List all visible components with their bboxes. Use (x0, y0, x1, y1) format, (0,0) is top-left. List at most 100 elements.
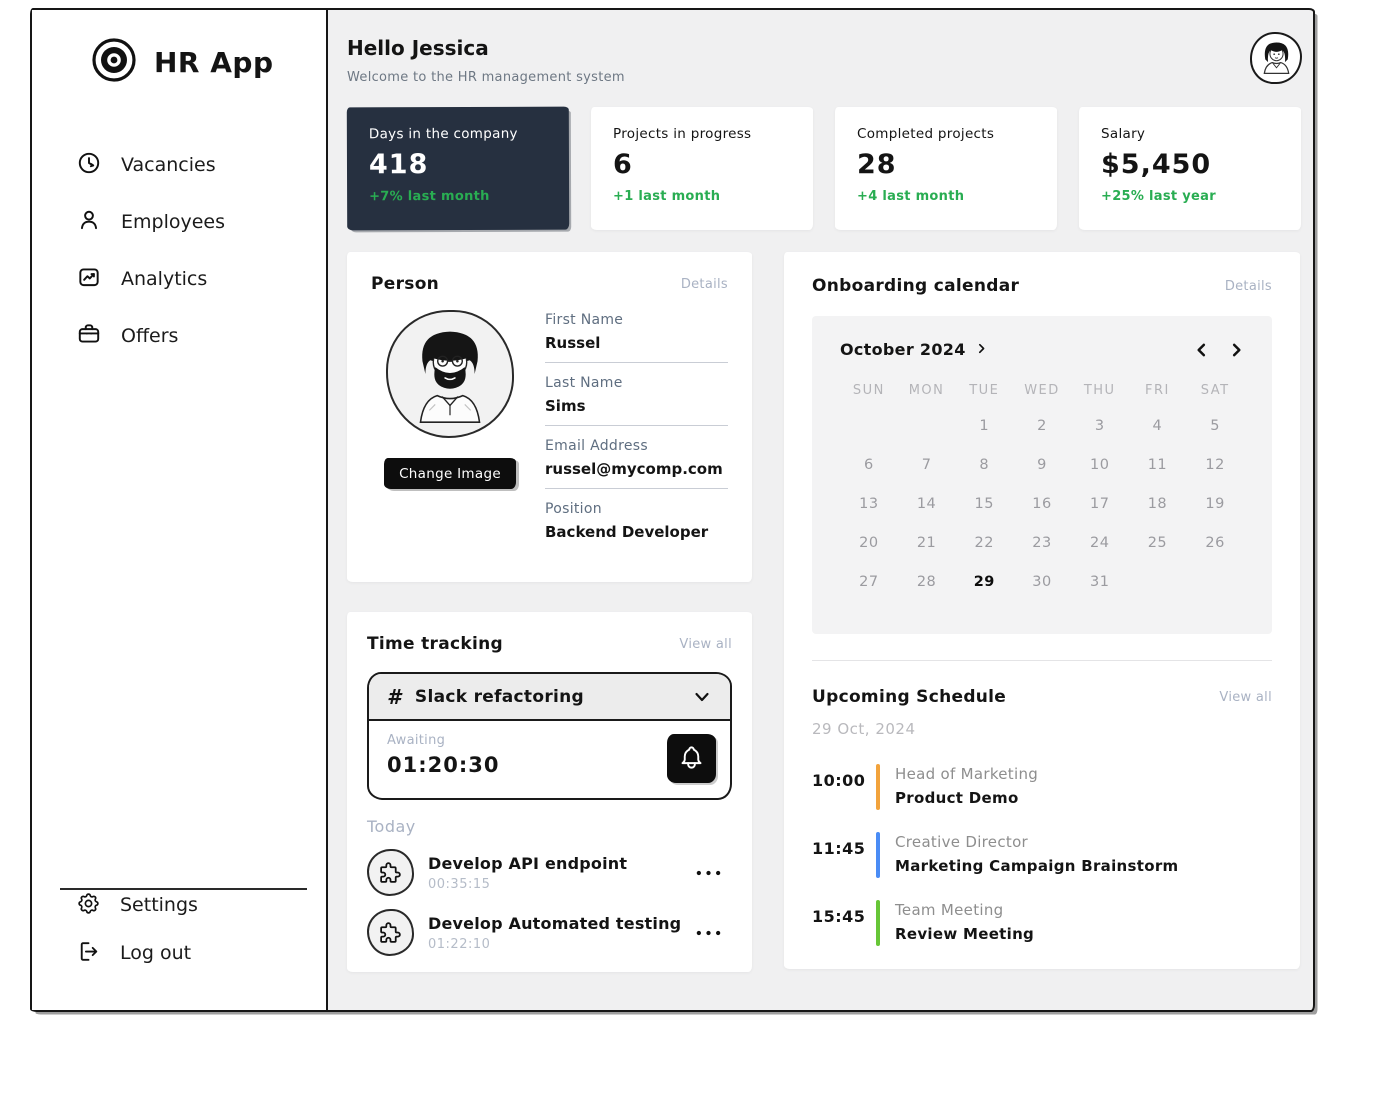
user-avatar[interactable] (1250, 32, 1302, 84)
calendar-day[interactable]: 25 (1129, 524, 1187, 563)
calendar-day[interactable]: 6 (840, 446, 898, 485)
calendar-day-header: SUN (852, 383, 885, 398)
change-image-button[interactable]: Change Image (384, 458, 516, 489)
stat-card: Projects in progress 6 +1 last month (591, 107, 813, 230)
event-color-bar (876, 832, 880, 878)
stat-label: Salary (1101, 126, 1146, 142)
task-time: 01:22:10 (428, 936, 491, 952)
calendar-day[interactable]: 20 (840, 524, 898, 563)
app-window: HR App Vacancies Employees Analytics Offers… (30, 8, 1315, 1012)
calendar-day[interactable]: 30 (1013, 563, 1071, 602)
field-value: Backend Developer (545, 523, 709, 541)
calendar-day[interactable]: 3 (1071, 407, 1129, 446)
field-value: russel@mycomp.com (545, 460, 723, 478)
event-title: Marketing Campaign Brainstorm (895, 857, 1179, 875)
stat-value: 28 (857, 149, 897, 180)
task-title: Develop Automated testing (428, 913, 682, 933)
event-role: Team Meeting (895, 901, 1004, 919)
calendar-schedule-card: Onboarding calendar Details October 2024… (784, 252, 1300, 969)
calendar-prev-button[interactable] (1194, 342, 1209, 358)
calendar-day[interactable]: 26 (1186, 524, 1244, 563)
stat-value: 418 (368, 149, 429, 181)
sidebar-item-offers[interactable]: Offers (76, 321, 326, 351)
calendar-day[interactable]: 9 (1013, 446, 1071, 485)
reminder-bell-button[interactable] (667, 734, 716, 783)
sidebar-item-settings[interactable]: Settings (76, 890, 198, 920)
task-select-dropdown[interactable]: # Slack refactoring (369, 674, 730, 721)
person-icon (76, 207, 102, 237)
sidebar-item-employees[interactable]: Employees (76, 207, 326, 237)
task-title: Develop API endpoint (428, 853, 628, 873)
time-tracking-card: Time tracking View all # Slack refactori… (347, 612, 752, 972)
calendar-day[interactable]: 19 (1186, 485, 1244, 524)
calendar-day[interactable]: 14 (898, 485, 956, 524)
calendar-day[interactable]: 17 (1071, 485, 1129, 524)
calendar-day[interactable]: 24 (1071, 524, 1129, 563)
event-color-bar (876, 900, 880, 946)
schedule-view-all-link[interactable]: View all (1219, 690, 1272, 705)
gear-icon (76, 891, 101, 920)
calendar-day[interactable]: 7 (898, 446, 956, 485)
calendar-day[interactable]: 1 (955, 407, 1013, 446)
calendar-day[interactable]: 16 (1013, 485, 1071, 524)
calendar-empty-cell (1129, 563, 1187, 602)
timer-status-label: Awaiting (387, 733, 446, 748)
calendar-day[interactable]: 12 (1186, 446, 1244, 485)
calendar-day[interactable]: 2 (1013, 407, 1071, 446)
calendar-day[interactable]: 18 (1129, 485, 1187, 524)
stat-value: 6 (613, 149, 633, 180)
task-options-menu[interactable] (695, 869, 722, 877)
event-color-bar (876, 764, 880, 810)
calendar-day[interactable]: 29 (955, 563, 1013, 602)
calendar-day[interactable]: 22 (955, 524, 1013, 563)
schedule-event-row: 11:45 Creative Director Marketing Campaign… (812, 832, 1272, 878)
calendar-day[interactable]: 13 (840, 485, 898, 524)
field-label: Email Address (545, 438, 648, 454)
calendar-month-selector[interactable]: October 2024 (840, 340, 987, 359)
person-field: First Name Russel (545, 312, 728, 363)
sidebar-item-analytics[interactable]: Analytics (76, 264, 326, 294)
calendar-day[interactable]: 15 (955, 485, 1013, 524)
sidebar-footer-nav: Settings Log out (76, 890, 198, 986)
calendar-day-header: TUE (969, 383, 1000, 398)
field-label: First Name (545, 312, 624, 328)
calendar-day[interactable]: 31 (1071, 563, 1129, 602)
stats-row: Days in the company 418 +7% last month Proj… (346, 106, 1301, 231)
event-role: Head of Marketing (895, 765, 1039, 783)
schedule-events: 10:00 Head of Marketing Product Demo 11:45 C… (812, 764, 1272, 946)
calendar-day[interactable]: 8 (955, 446, 1013, 485)
field-divider (545, 488, 728, 489)
calendar-details-link[interactable]: Details (1225, 279, 1272, 294)
schedule-event-row: 10:00 Head of Marketing Product Demo (812, 764, 1272, 810)
today-task-list: Develop API endpoint 00:35:15 Develop Auto… (367, 849, 732, 956)
calendar-day[interactable]: 11 (1129, 446, 1187, 485)
time-tracking-title: Time tracking (367, 634, 503, 654)
person-card: Person Details Change Image First Name Ru… (347, 252, 752, 582)
person-details-link[interactable]: Details (681, 277, 728, 292)
time-tracking-view-all-link[interactable]: View all (679, 637, 732, 652)
sidebar-item-vacancies[interactable]: Vacancies (76, 150, 326, 180)
calendar-day[interactable]: 27 (840, 563, 898, 602)
stat-card: Completed projects 28 +4 last month (835, 107, 1057, 230)
field-divider (545, 362, 728, 363)
stat-delta: +7% last month (369, 188, 490, 205)
calendar-grid: SUN MON TUE WED THU FRI SAT 1 2 3 4 5 6 7 8 9 10 11 12 13 14… (840, 383, 1244, 602)
chart-icon (76, 264, 102, 294)
calendar-day[interactable]: 21 (898, 524, 956, 563)
bell-icon (678, 744, 705, 774)
event-time: 11:45 (812, 839, 866, 858)
sidebar-item-logout[interactable]: Log out (76, 938, 198, 968)
calendar-day[interactable]: 4 (1129, 407, 1187, 446)
calendar-next-button[interactable] (1229, 342, 1244, 358)
calendar-day[interactable]: 28 (898, 563, 956, 602)
calendar-day[interactable]: 10 (1071, 446, 1129, 485)
task-options-menu[interactable] (695, 929, 722, 937)
field-value: Sims (545, 397, 586, 415)
sidebar-item-label: Settings (120, 894, 198, 916)
stat-value: $5,450 (1101, 149, 1212, 180)
field-value: Russel (545, 334, 601, 352)
calendar-day[interactable]: 5 (1186, 407, 1244, 446)
employee-photo (386, 310, 514, 438)
calendar-day[interactable]: 23 (1013, 524, 1071, 563)
task-row: Develop API endpoint 00:35:15 (367, 849, 732, 896)
